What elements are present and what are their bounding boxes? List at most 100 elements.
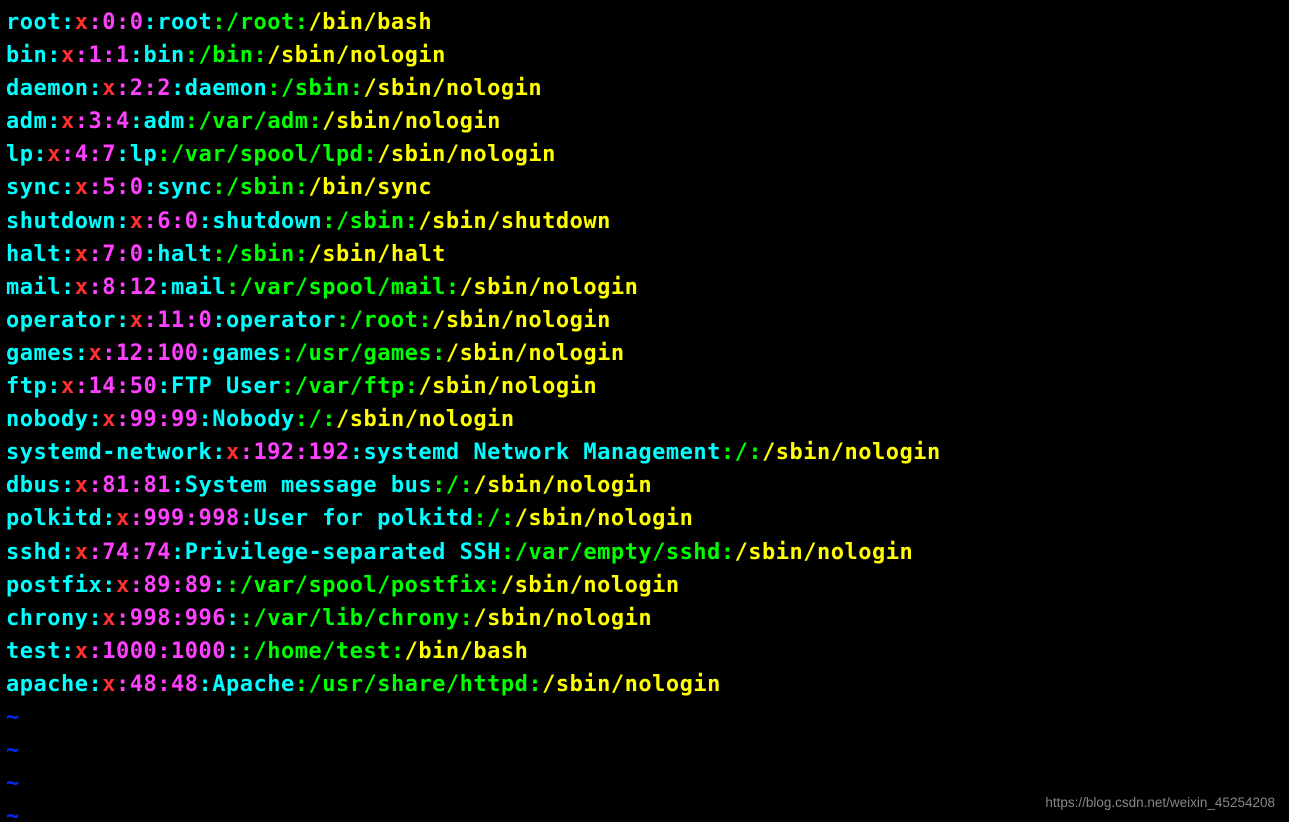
- password-field: x: [75, 175, 89, 200]
- uid-field: 4: [75, 142, 89, 167]
- user-field: shutdown: [6, 209, 116, 234]
- passwd-line: adm:x:3:4:adm:/var/adm:/sbin/nologin: [6, 105, 1283, 138]
- shell-field: /bin/sync: [308, 175, 432, 200]
- user-field: mail: [6, 275, 61, 300]
- gecos-field: daemon: [185, 76, 267, 101]
- user-field: sync: [6, 175, 61, 200]
- shell-field: /sbin/nologin: [267, 43, 446, 68]
- passwd-line: sync:x:5:0:sync:/sbin:/bin/sync: [6, 171, 1283, 204]
- user-field: adm: [6, 109, 47, 134]
- shell-field: /sbin/nologin: [460, 275, 639, 300]
- shell-field: /sbin/nologin: [432, 308, 611, 333]
- gid-field: 0: [185, 209, 199, 234]
- gid-field: 7: [102, 142, 116, 167]
- user-field: postfix: [6, 573, 102, 598]
- home-field: /var/spool/mail: [240, 275, 446, 300]
- password-field: x: [130, 308, 144, 333]
- passwd-line: test:x:1000:1000::/home/test:/bin/bash: [6, 635, 1283, 668]
- gecos-field: Privilege-separated SSH: [185, 540, 501, 565]
- shell-field: /sbin/nologin: [363, 76, 542, 101]
- shell-field: /sbin/nologin: [542, 672, 721, 697]
- password-field: x: [102, 407, 116, 432]
- gecos-field: mail: [171, 275, 226, 300]
- gid-field: 0: [130, 242, 144, 267]
- passwd-line: polkitd:x:999:998:User for polkitd:/:/sb…: [6, 502, 1283, 535]
- user-field: systemd-network: [6, 440, 212, 465]
- home-field: /: [446, 473, 460, 498]
- gid-field: 996: [185, 606, 226, 631]
- passwd-line: daemon:x:2:2:daemon:/sbin:/sbin/nologin: [6, 72, 1283, 105]
- uid-field: 7: [102, 242, 116, 267]
- user-field: sshd: [6, 540, 61, 565]
- shell-field: /sbin/nologin: [762, 440, 941, 465]
- home-field: /var/ftp: [295, 374, 405, 399]
- home-field: /: [735, 440, 749, 465]
- gid-field: 12: [130, 275, 158, 300]
- user-field: apache: [6, 672, 88, 697]
- shell-field: /sbin/nologin: [336, 407, 515, 432]
- home-field: /usr/games: [295, 341, 432, 366]
- password-field: x: [75, 242, 89, 267]
- gid-field: 4: [116, 109, 130, 134]
- uid-field: 192: [253, 440, 294, 465]
- user-field: dbus: [6, 473, 61, 498]
- home-field: /root: [226, 10, 295, 35]
- gid-field: 2: [157, 76, 171, 101]
- passwd-line: lp:x:4:7:lp:/var/spool/lpd:/sbin/nologin: [6, 138, 1283, 171]
- gecos-field: System message bus: [185, 473, 432, 498]
- passwd-line: games:x:12:100:games:/usr/games:/sbin/no…: [6, 337, 1283, 370]
- home-field: /usr/share/httpd: [308, 672, 528, 697]
- password-field: x: [130, 209, 144, 234]
- uid-field: 8: [102, 275, 116, 300]
- home-field: /sbin: [226, 242, 295, 267]
- home-field: /var/adm: [199, 109, 309, 134]
- gid-field: 998: [198, 506, 239, 531]
- uid-field: 81: [102, 473, 130, 498]
- shell-field: /sbin/nologin: [515, 506, 694, 531]
- passwd-line: systemd-network:x:192:192:systemd Networ…: [6, 436, 1283, 469]
- gecos-field: halt: [157, 242, 212, 267]
- home-field: /sbin: [281, 76, 350, 101]
- home-field: /sbin: [336, 209, 405, 234]
- shell-field: /sbin/nologin: [473, 606, 652, 631]
- passwd-line: chrony:x:998:996::/var/lib/chrony:/sbin/…: [6, 602, 1283, 635]
- user-field: polkitd: [6, 506, 102, 531]
- gecos-field: operator: [226, 308, 336, 333]
- home-field: /var/spool/lpd: [171, 142, 363, 167]
- home-field: /home/test: [253, 639, 390, 664]
- uid-field: 12: [116, 341, 144, 366]
- user-field: daemon: [6, 76, 88, 101]
- gecos-field: lp: [130, 142, 158, 167]
- shell-field: /sbin/nologin: [446, 341, 625, 366]
- home-field: /var/spool/postfix: [240, 573, 487, 598]
- gid-field: 0: [198, 308, 212, 333]
- gid-field: 0: [130, 175, 144, 200]
- gid-field: 1: [116, 43, 130, 68]
- gid-field: 50: [130, 374, 158, 399]
- password-field: x: [61, 374, 75, 399]
- gecos-field: User for polkitd: [253, 506, 473, 531]
- user-field: operator: [6, 308, 116, 333]
- gecos-field: root: [157, 10, 212, 35]
- shell-field: /sbin/nologin: [322, 109, 501, 134]
- passwd-line: nobody:x:99:99:Nobody:/:/sbin/nologin: [6, 403, 1283, 436]
- uid-field: 1000: [102, 639, 157, 664]
- passwd-line: mail:x:8:12:mail:/var/spool/mail:/sbin/n…: [6, 271, 1283, 304]
- uid-field: 99: [130, 407, 158, 432]
- shell-field: /sbin/nologin: [377, 142, 556, 167]
- user-field: lp: [6, 142, 34, 167]
- gecos-field: adm: [144, 109, 185, 134]
- shell-field: /sbin/nologin: [735, 540, 914, 565]
- passwd-line: sshd:x:74:74:Privilege-separated SSH:/va…: [6, 536, 1283, 569]
- home-field: /bin: [199, 43, 254, 68]
- password-field: x: [47, 142, 61, 167]
- uid-field: 89: [143, 573, 171, 598]
- empty-line-tilde: ~: [6, 701, 1283, 734]
- gecos-field: shutdown: [212, 209, 322, 234]
- user-field: nobody: [6, 407, 88, 432]
- gid-field: 99: [171, 407, 199, 432]
- uid-field: 5: [102, 175, 116, 200]
- gid-field: 1000: [171, 639, 226, 664]
- passwd-line: operator:x:11:0:operator:/root:/sbin/nol…: [6, 304, 1283, 337]
- gecos-field: Apache: [212, 672, 294, 697]
